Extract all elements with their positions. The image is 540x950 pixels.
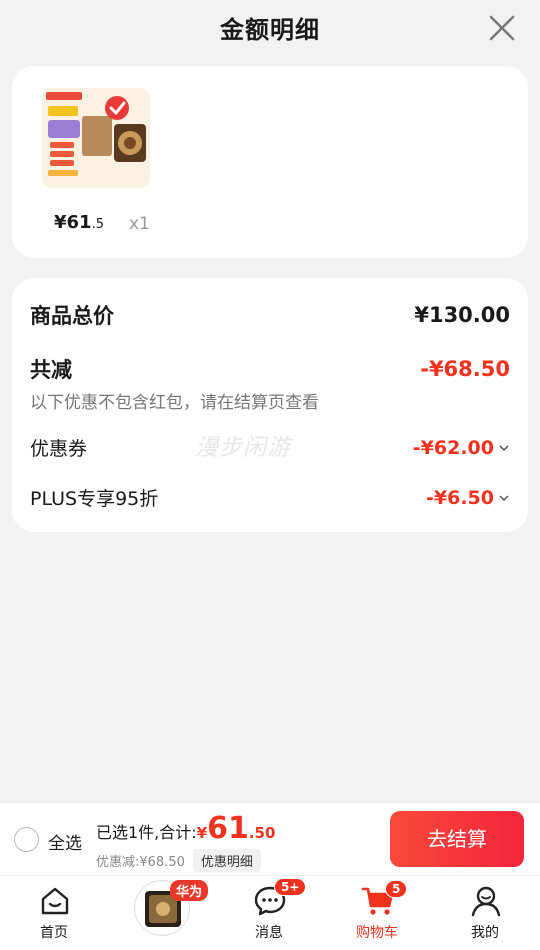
product-card: ¥61.5 x1: [12, 66, 528, 258]
total-price-row: 商品总价 ¥130.00: [30, 300, 510, 330]
select-all-checkbox[interactable]: [14, 827, 39, 852]
home-icon: [41, 887, 69, 915]
tab-mine-label: 我的: [471, 925, 499, 941]
chevron-down-icon[interactable]: [498, 442, 510, 454]
total-currency: ¥: [196, 824, 208, 842]
tab-home[interactable]: 首页: [14, 876, 94, 950]
discount-line: 优惠减:¥68.50 优惠明细: [96, 849, 261, 872]
user-icon: [471, 886, 501, 917]
tab-mine[interactable]: 我的: [445, 876, 525, 950]
reduction-note: 以下优惠不包含红包，请在结算页查看: [30, 393, 319, 413]
total-price-label: 商品总价: [30, 304, 114, 328]
coupon-value: -¥62.00: [412, 436, 494, 459]
plus-discount-label: PLUS专享95折: [30, 488, 159, 510]
coupon-row[interactable]: 优惠券 -¥62.00: [30, 434, 510, 461]
tab-messages[interactable]: 消息 5+: [229, 876, 309, 950]
select-all-label[interactable]: 全选: [48, 829, 82, 854]
coupon-value-group: -¥62.00: [413, 437, 510, 459]
chevron-down-icon[interactable]: [498, 492, 510, 504]
product-price-main: ¥61: [54, 212, 92, 233]
product-thumbnail[interactable]: [42, 88, 150, 188]
discount-detail-button[interactable]: 优惠明细: [192, 849, 261, 872]
total-reduction-label: 共减: [30, 358, 72, 382]
close-icon[interactable]: [488, 14, 516, 42]
selected-count-text: 已选1件,合计:: [96, 823, 197, 842]
promo-tag: 华为: [170, 880, 209, 901]
total-reduction-value: -¥68.50: [420, 357, 510, 381]
tab-cart-label: 购物车: [356, 925, 398, 941]
tab-messages-label: 消息: [255, 925, 283, 941]
checkout-bar: 全选 已选1件,合计: ¥ 61 .50 优惠减:¥68.50 优惠明细 去结算: [0, 802, 540, 875]
checkout-button[interactable]: 去结算: [390, 811, 524, 867]
modal-header: 金额明细: [0, 0, 540, 60]
modal-title: 金额明细: [220, 16, 320, 44]
price-summary-card: 商品总价 ¥130.00 共减 -¥68.50 以下优惠不包含红包，请在结算页查…: [12, 278, 528, 532]
plus-discount-value-group: -¥6.50: [426, 487, 510, 509]
plus-discount-value: -¥6.50: [426, 486, 494, 509]
total-amount-dec: .50: [248, 824, 276, 842]
discount-text: 优惠减:¥68.50: [96, 855, 185, 870]
cart-badge: 5: [385, 880, 408, 898]
product-price-decimal: .5: [91, 217, 104, 232]
total-amount-int: 61: [207, 811, 249, 846]
bottom-tab-bar: 首页 华为 消息 5+ 购物车 5 我的: [0, 876, 540, 950]
total-price-value: ¥130.00: [414, 303, 510, 327]
product-quantity: x1: [129, 214, 150, 234]
plus-discount-row[interactable]: PLUS专享95折 -¥6.50: [30, 484, 510, 511]
product-price: ¥61.5: [54, 212, 104, 233]
tab-home-label: 首页: [40, 925, 68, 941]
selected-total-line: 已选1件,合计: ¥ 61 .50: [96, 811, 275, 846]
messages-badge: 5+: [274, 878, 307, 896]
total-reduction-row: 共减 -¥68.50: [30, 354, 510, 384]
tab-cart[interactable]: 购物车 5: [337, 876, 417, 950]
coupon-label: 优惠券: [30, 438, 88, 460]
